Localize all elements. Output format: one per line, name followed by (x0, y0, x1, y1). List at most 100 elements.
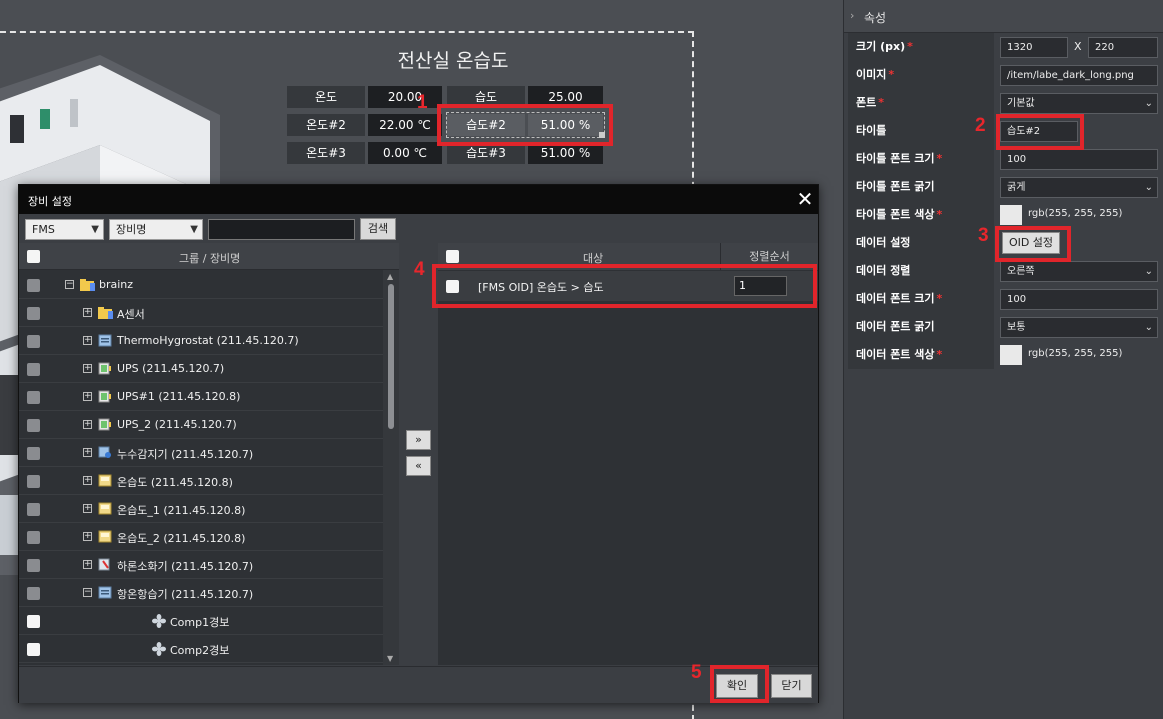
tree-item-checkbox[interactable] (27, 531, 40, 544)
tree-item[interactable]: Comp2경보 (19, 635, 383, 663)
step-number-3: 3 (978, 225, 989, 246)
image-input[interactable]: /item/labe_dark_long.png (1000, 65, 1158, 86)
tree-item-label: 하론소화기 (211.45.120.7) (117, 560, 254, 573)
tree-item[interactable]: + 온습도_1 (211.45.120.8) (19, 495, 383, 523)
tree-item-checkbox[interactable] (27, 475, 40, 488)
tree-item[interactable]: Comp1경보 (19, 607, 383, 635)
tree-item-label: Comp2경보 (170, 644, 230, 657)
tree-item[interactable]: + 하론소화기 (211.45.120.7) (19, 551, 383, 579)
height-input[interactable]: 220 (1088, 37, 1158, 58)
collapse-icon[interactable]: − (83, 588, 92, 597)
extinguisher-icon (98, 558, 112, 571)
close-button[interactable]: 닫기 (771, 674, 812, 698)
close-icon[interactable]: ✕ (794, 188, 816, 210)
tree-item-checkbox[interactable] (27, 419, 40, 432)
step-number-1: 1 (417, 92, 428, 113)
expand-icon[interactable]: + (83, 392, 92, 401)
step-number-4: 4 (414, 259, 425, 280)
expand-icon[interactable]: + (83, 476, 92, 485)
prop-label: 데이터 폰트 색상 * (848, 341, 994, 369)
property-panel-header[interactable]: › 속성 (844, 0, 1163, 33)
tree-item-checkbox[interactable] (27, 559, 40, 572)
sensor-icon (98, 502, 112, 515)
tree-item-checkbox[interactable] (27, 335, 40, 348)
title-font-size-input[interactable]: 100 (1000, 149, 1158, 170)
data-color-swatch[interactable] (1000, 345, 1022, 365)
tree-item-label: 누수감지기 (211.45.120.7) (117, 448, 254, 461)
fan-icon (151, 614, 166, 628)
widget-title: 전산실 온습도 (397, 50, 509, 72)
tree-item[interactable]: + 온습도 (211.45.120.8) (19, 467, 383, 495)
chevron-right-icon[interactable]: › (850, 9, 854, 22)
tree-header: 그룹 / 장비명 (19, 243, 399, 270)
prop-label: 데이터 정렬 (848, 257, 994, 285)
leak-sensor-icon (98, 446, 112, 459)
prop-label: 이미지 * (848, 61, 994, 89)
select-all-checkbox[interactable] (27, 250, 40, 263)
tree-item[interactable]: − 항온항습기 (211.45.120.7) (19, 579, 383, 607)
expand-icon[interactable]: + (83, 364, 92, 373)
tree-item-checkbox[interactable] (27, 615, 40, 628)
expand-icon[interactable]: + (83, 448, 92, 457)
tree-item-checkbox[interactable] (27, 587, 40, 600)
width-input[interactable]: 1320 (1000, 37, 1068, 58)
tree-item[interactable]: + UPS (211.45.120.7) (19, 355, 383, 383)
tree-item[interactable]: + 온습도_2 (211.45.120.8) (19, 523, 383, 551)
expand-icon[interactable]: + (83, 532, 92, 541)
title-color-swatch[interactable] (1000, 205, 1022, 225)
property-section-label: 속성 (864, 11, 887, 25)
expand-icon[interactable]: + (83, 308, 92, 317)
filter-field-select[interactable]: 장비명 ▼ (109, 219, 203, 240)
prop-data-font-weight: 데이터 폰트 굵기 보통 ⌄ (848, 313, 1163, 341)
scroll-down-icon[interactable]: ▼ (387, 654, 393, 663)
scroll-up-icon[interactable]: ▲ (387, 272, 393, 281)
expand-icon[interactable]: + (83, 504, 92, 513)
expand-icon[interactable]: + (83, 336, 92, 345)
tree-item[interactable]: + ThermoHygrostat (211.45.120.7) (19, 327, 383, 355)
tree-item[interactable]: + A센서 (19, 299, 383, 327)
data-font-size-input[interactable]: 100 (1000, 289, 1158, 310)
tree-item[interactable]: − brainz (19, 271, 383, 299)
tree-item-checkbox[interactable] (27, 391, 40, 404)
expand-icon[interactable]: + (83, 560, 92, 569)
tree-scrollbar[interactable]: ▲ ▼ (383, 270, 399, 665)
prop-label: 데이터 설정 (848, 229, 994, 257)
scroll-thumb[interactable] (388, 284, 394, 429)
folder-icon (80, 278, 95, 291)
battery-icon (98, 390, 112, 403)
prop-title-font-color: 타이틀 폰트 색상 * rgb(255, 255, 255) (848, 201, 1163, 229)
data-font-weight-select[interactable]: 보통 ⌄ (1000, 317, 1158, 338)
font-select[interactable]: 기본값 ⌄ (1000, 93, 1158, 114)
sensor-icon (98, 530, 112, 543)
tree-item-label: brainz (99, 278, 134, 291)
tree-item[interactable]: + UPS#1 (211.45.120.8) (19, 383, 383, 411)
search-button[interactable]: 검색 (360, 218, 396, 240)
tree-item[interactable]: + UPS_2 (211.45.120.7) (19, 411, 383, 439)
tree-item-checkbox[interactable] (27, 363, 40, 376)
prop-title-font-weight: 타이틀 폰트 굵기 굵게 ⌄ (848, 173, 1163, 201)
tree-item-label: 항온항습기 (211.45.120.7) (117, 588, 254, 601)
move-left-button[interactable]: « (406, 456, 431, 476)
select-all-targets-checkbox[interactable] (446, 250, 459, 263)
tree-item-checkbox[interactable] (27, 447, 40, 460)
dialog-header: 장비 설정 ✕ (19, 185, 818, 214)
filter-type-select[interactable]: FMS ▼ (25, 219, 104, 240)
prop-label: 타이틀 폰트 색상 * (848, 201, 994, 229)
data-color-value: rgb(255, 255, 255) (1028, 348, 1123, 359)
tree-item-checkbox[interactable] (27, 503, 40, 516)
search-input[interactable] (208, 219, 355, 240)
prop-label: 데이터 폰트 굵기 (848, 313, 994, 341)
data-align-select[interactable]: 오른쪽 ⌄ (1000, 261, 1158, 282)
battery-icon (98, 362, 112, 375)
prop-data-font-size: 데이터 폰트 크기 * 100 (848, 285, 1163, 313)
tree-item-checkbox[interactable] (27, 279, 40, 292)
collapse-icon[interactable]: − (65, 280, 74, 289)
title-font-weight-select[interactable]: 굵게 ⌄ (1000, 177, 1158, 198)
tree-item-checkbox[interactable] (27, 307, 40, 320)
tree-item-checkbox[interactable] (27, 643, 40, 656)
tree-item[interactable]: + 누수감지기 (211.45.120.7) (19, 439, 383, 467)
chevron-down-icon: ⌄ (1144, 322, 1153, 333)
move-right-button[interactable]: » (406, 430, 431, 450)
sensor-icon (98, 474, 112, 487)
expand-icon[interactable]: + (83, 420, 92, 429)
